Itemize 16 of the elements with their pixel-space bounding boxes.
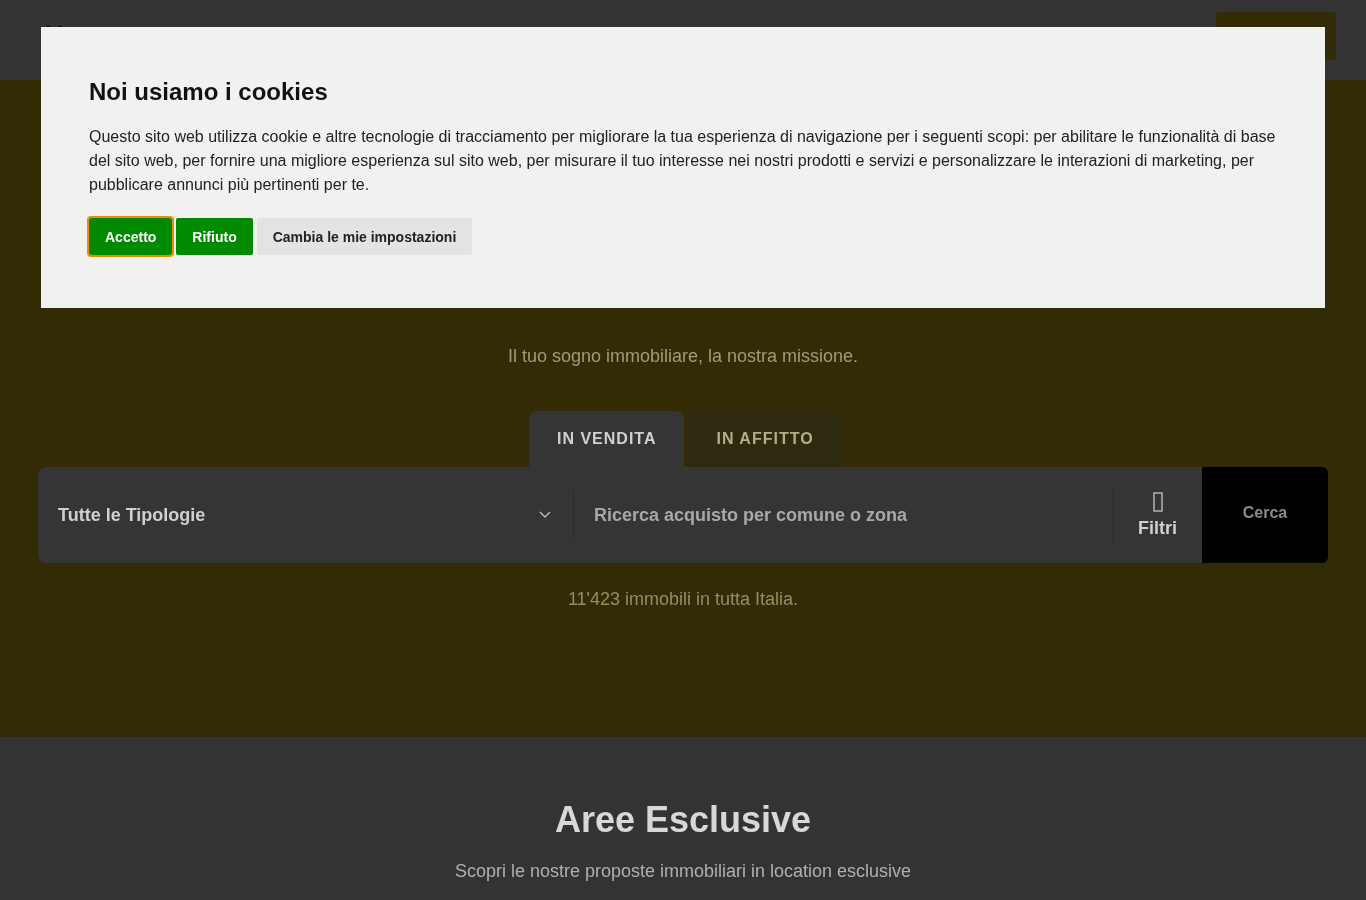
search-tab[interactable]: IN VENDITA (529, 411, 685, 467)
consent-button[interactable]: Accetto (89, 218, 173, 255)
listing-count: 11'423 immobili in tutta Italia. (567, 589, 799, 610)
consent-button[interactable]: Rifiuto (176, 218, 253, 255)
consent-button[interactable]: Cambia le mie impostazioni (256, 218, 473, 255)
section-title: Aree Esclusive (554, 799, 812, 841)
chevron-down-icon (539, 511, 551, 519)
hero-tagline: Il tuo sogno immobiliare, la nostra missione. (507, 345, 859, 368)
type-select[interactable]: Tutte le Tipologie (38, 489, 574, 541)
section-subtitle: Scopri le nostre proposte immobiliari in location esclusive (454, 861, 912, 882)
location-field[interactable]: Ricerca acquisto per comune o zona (574, 489, 1113, 541)
search-button[interactable]: Cerca (1202, 467, 1328, 563)
filters-button[interactable]: Filtri (1113, 467, 1202, 563)
dialog-text: Questo sito web utilizza cookie e altre tecnologie di tracciamento per migliorare la tua esperienza di navigazione per i seguenti scopi: per abilitare le funzionalità di base del sito web, per fornire una migliore esperienza sul sito web, per misurare il tuo interesse nei nostri prodotti e servizi e personalizzare le interazioni di marketing, per pubblicare annunci più pertinenti per te. (89, 127, 1277, 195)
search-tab[interactable]: IN AFFITTO (688, 411, 842, 467)
dialog-title: Noi usiamo i cookies (89, 77, 329, 107)
